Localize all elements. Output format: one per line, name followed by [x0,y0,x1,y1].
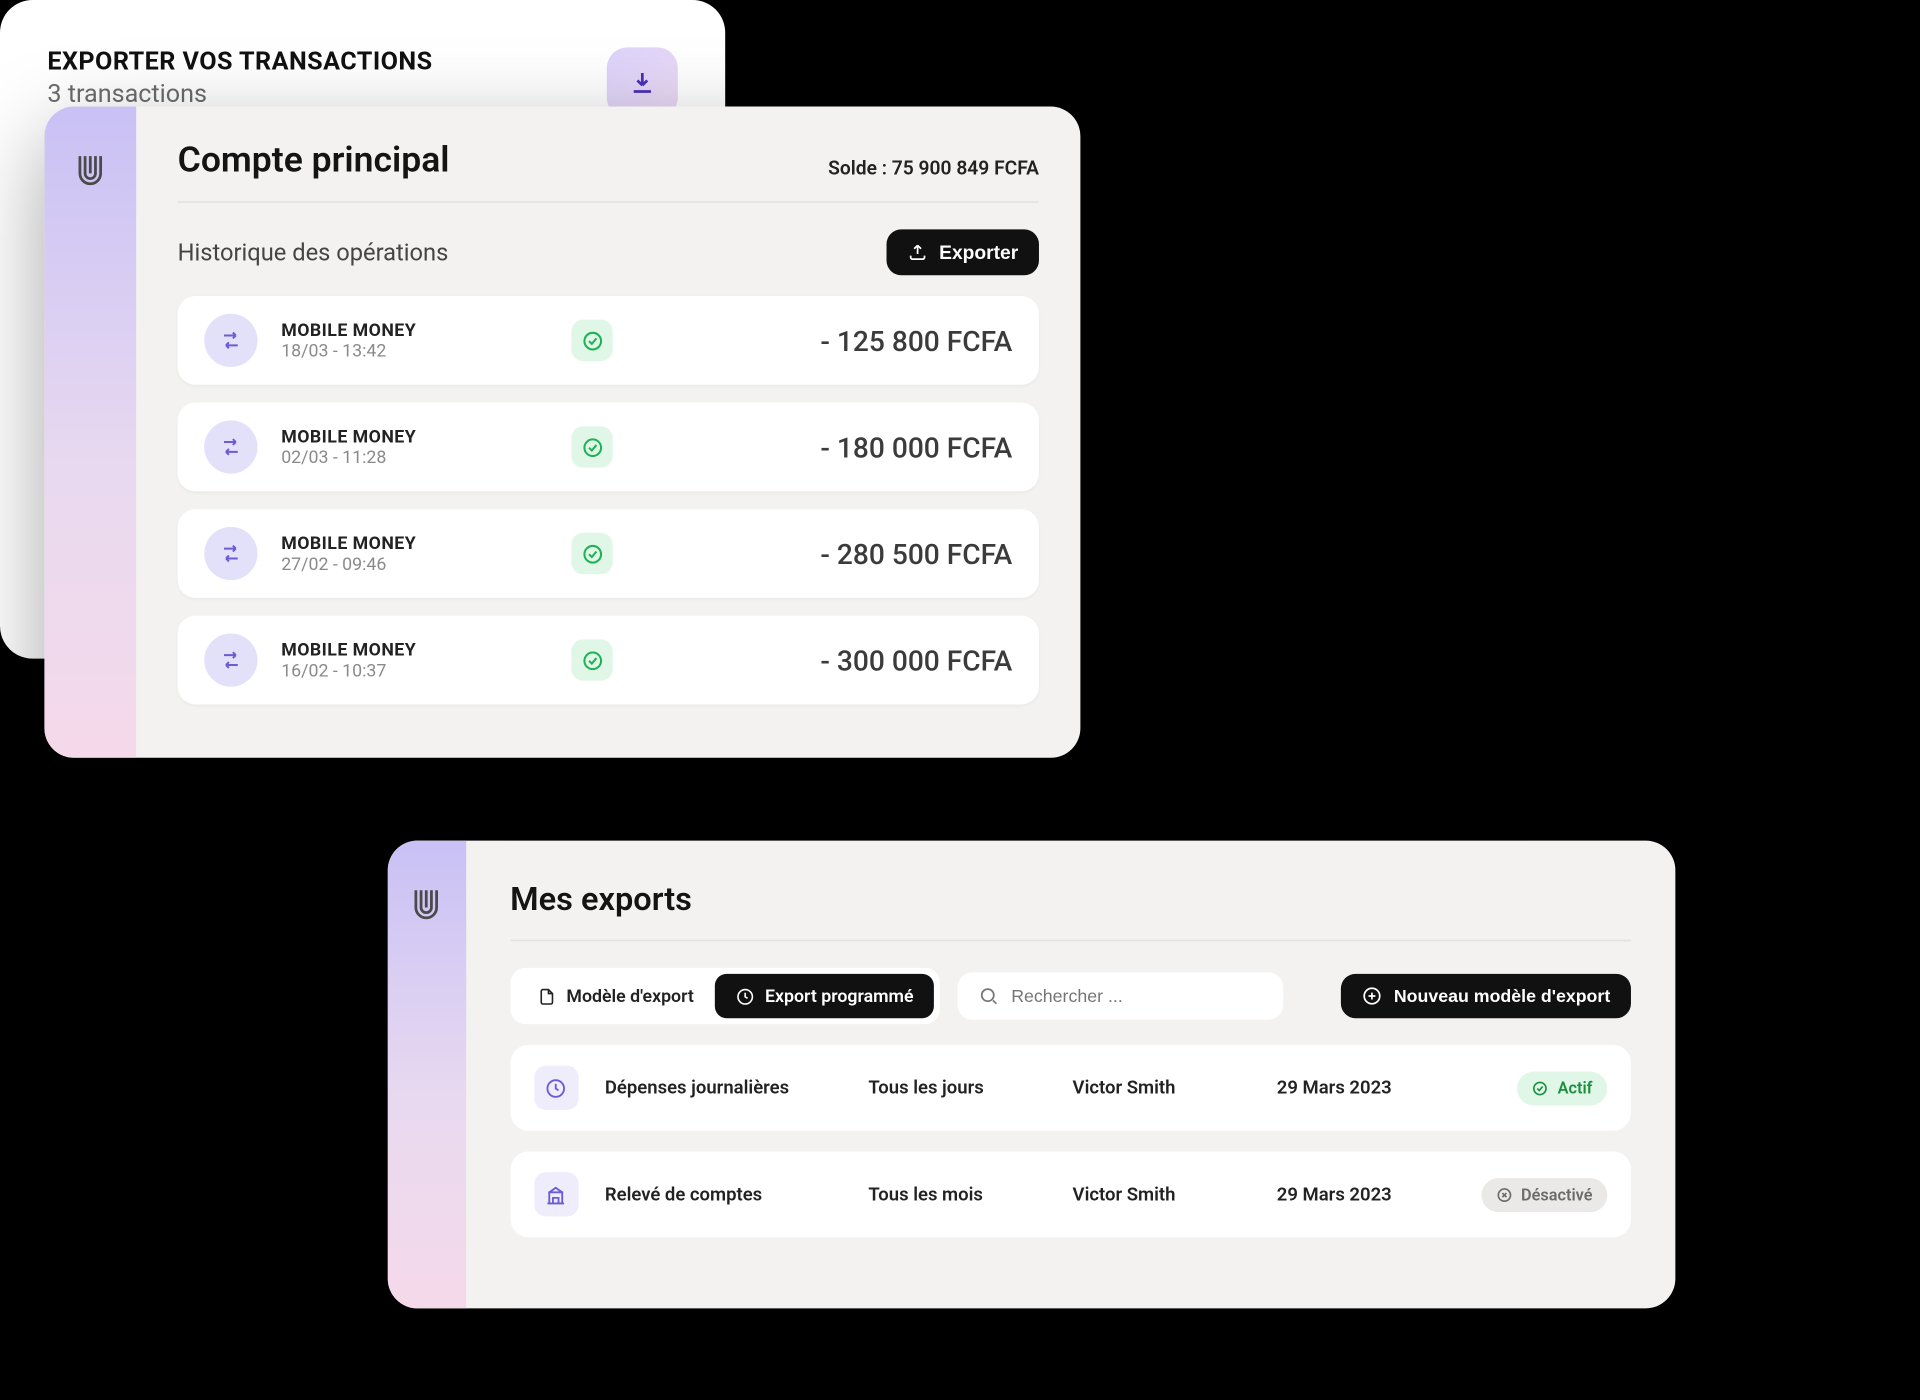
transaction-date: 16/02 - 10:37 [281,660,547,681]
plus-circle-icon [1361,986,1382,1007]
account-panel: Compte principal Solde : 75 900 849 FCFA… [44,107,1080,758]
transaction-type: MOBILE MONEY [281,320,547,341]
my-exports-title: Mes exports [510,882,1631,941]
export-modal-title: EXPORTER VOS TRANSACTIONS [47,47,432,77]
export-button-label: Exporter [939,241,1018,263]
account-balance: Solde : 75 900 849 FCFA [828,158,1039,180]
transaction-amount: - 125 800 FCFA [820,323,1012,357]
account-title: Compte principal [178,139,450,180]
transaction-amount: - 280 500 FCFA [820,537,1012,571]
export-owner: Victor Smith [1073,1077,1251,1099]
status-chip-label: Actif [1558,1078,1593,1097]
status-chip-label: Désactivé [1521,1185,1592,1204]
transaction-type: MOBILE MONEY [281,426,547,447]
my-exports-panel: Mes exports Modèle d'export Export progr… [388,841,1676,1309]
logo-icon [406,885,447,926]
tab-template-label: Modèle d'export [566,986,694,1007]
tab-template[interactable]: Modèle d'export [516,974,715,1018]
export-date: 29 Mars 2023 [1277,1183,1455,1205]
transaction-type: MOBILE MONEY [281,533,547,554]
transaction-date: 27/02 - 09:46 [281,554,547,575]
transaction-row[interactable]: MOBILE MONEY 27/02 - 09:46 - 280 500 FCF… [178,509,1039,598]
status-chip: Actif [1518,1071,1608,1105]
status-chip-icon [1532,1080,1548,1096]
export-frequency: Tous les jours [868,1077,1046,1099]
transaction-row[interactable]: MOBILE MONEY 02/03 - 11:28 - 180 000 FCF… [178,403,1039,492]
new-template-button[interactable]: Nouveau modèle d'export [1341,974,1631,1018]
file-icon [537,986,556,1005]
export-rows: Dépenses journalières Tous les jours Vic… [510,1045,1631,1237]
new-template-label: Nouveau modèle d'export [1394,986,1610,1007]
download-icon [628,68,658,98]
transaction-amount: - 300 000 FCFA [820,643,1012,677]
search-icon [979,986,1000,1007]
transaction-date: 18/03 - 13:42 [281,340,547,361]
clock-icon [735,986,754,1005]
status-success-icon [571,320,612,361]
export-icon [907,242,928,263]
transfer-icon [204,527,257,580]
export-name: Dépenses journalières [605,1077,842,1099]
tab-scheduled[interactable]: Export programmé [715,974,935,1018]
tab-scheduled-label: Export programmé [765,986,914,1007]
export-date: 29 Mars 2023 [1277,1077,1455,1099]
clock-icon [534,1066,578,1110]
export-name: Relevé de comptes [605,1183,842,1205]
transfer-icon [204,314,257,367]
sidebar-strip [388,841,466,1309]
transaction-row[interactable]: MOBILE MONEY 18/03 - 13:42 - 125 800 FCF… [178,296,1039,385]
logo-icon [70,151,111,192]
transaction-row[interactable]: MOBILE MONEY 16/02 - 10:37 - 300 000 FCF… [178,616,1039,705]
operations-title: Historique des opérations [178,238,449,266]
export-frequency: Tous les mois [868,1183,1046,1205]
status-success-icon [571,639,612,680]
status-success-icon [571,426,612,467]
transfer-icon [204,420,257,473]
transaction-date: 02/03 - 11:28 [281,447,547,468]
transfer-icon [204,633,257,686]
export-owner: Victor Smith [1073,1183,1251,1205]
status-chip: Désactivé [1481,1177,1607,1211]
transaction-type: MOBILE MONEY [281,639,547,660]
tab-group: Modèle d'export Export programmé [510,968,940,1024]
sidebar-strip [44,107,136,758]
status-chip-icon [1496,1186,1512,1202]
transaction-list: MOBILE MONEY 18/03 - 13:42 - 125 800 FCF… [178,296,1039,704]
export-row[interactable]: Relevé de comptes Tous les mois Victor S… [510,1151,1631,1237]
export-button[interactable]: Exporter [886,229,1039,275]
transaction-amount: - 180 000 FCFA [820,430,1012,464]
export-modal-subtitle: 3 transactions [47,80,432,110]
search-input[interactable] [1011,986,1263,1007]
export-row[interactable]: Dépenses journalières Tous les jours Vic… [510,1045,1631,1131]
search-box[interactable] [958,972,1284,1019]
status-success-icon [571,533,612,574]
bank-icon [534,1172,578,1216]
